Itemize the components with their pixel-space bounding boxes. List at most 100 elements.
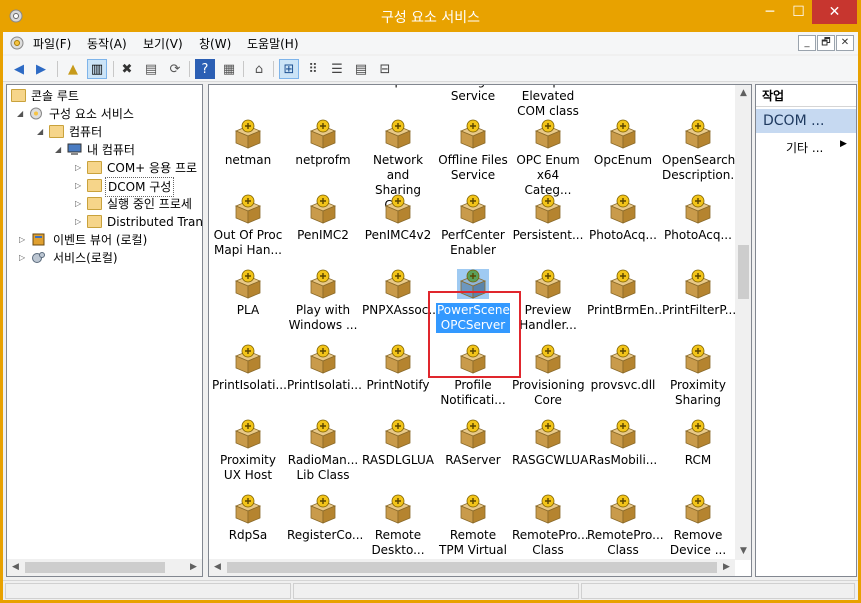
- dcom-app-item[interactable]: PerfCenter Enabler: [436, 194, 510, 258]
- dcom-app-item[interactable]: PLA: [211, 269, 285, 318]
- dcom-app-item[interactable]: PNPXAssoc...: [361, 269, 440, 318]
- title-bar[interactable]: 구성 요소 서비스 ─ ☐ ✕: [0, 0, 861, 32]
- dcom-app-item[interactable]: MsRdpSessi...: [361, 85, 444, 89]
- tree-horizontal-scrollbar[interactable]: ◀ ▶: [7, 559, 202, 576]
- menu-view[interactable]: 보기(V): [143, 35, 183, 52]
- scrollbar-thumb[interactable]: [227, 562, 717, 573]
- dcom-app-item[interactable]: Proximity Sharing: [661, 344, 735, 408]
- dcom-app-item[interactable]: RCM: [661, 419, 735, 468]
- detail-view-icon[interactable]: ▤: [351, 59, 371, 79]
- child-restore-button[interactable]: 🗗: [817, 35, 835, 51]
- dcom-app-item[interactable]: RemotePro... Class: [586, 494, 664, 558]
- dcom-app-item[interactable]: Out Of Proc Mapi Han...: [211, 194, 285, 258]
- expand-arrow-icon[interactable]: ▷: [75, 159, 85, 177]
- tree-item-console-root[interactable]: 콘솔 루트: [11, 87, 201, 105]
- dcom-app-item[interactable]: Nap Elevated COM class: [511, 85, 585, 119]
- expand-arrow-icon[interactable]: ▷: [75, 213, 85, 231]
- back-arrow-icon[interactable]: ◀: [9, 59, 29, 79]
- scroll-left-icon[interactable]: ◀: [209, 559, 226, 576]
- dcom-app-item[interactable]: OpcEnum: [586, 119, 660, 168]
- actions-more-item[interactable]: 기타 ...: [786, 139, 823, 156]
- dcom-app-item[interactable]: RegisterCo...: [286, 494, 363, 543]
- expand-arrow-icon[interactable]: ▷: [75, 177, 85, 195]
- dcom-app-item[interactable]: PhotoAcq...: [661, 194, 735, 243]
- dcom-app-item[interactable]: PrintNotify: [361, 344, 435, 393]
- dcom-app-item[interactable]: RASGCWLUA: [511, 419, 588, 468]
- actions-section-dcom[interactable]: DCOM ...: [756, 109, 856, 133]
- dcom-app-item[interactable]: netman: [211, 119, 285, 168]
- tree-item-running-processes[interactable]: ▷ 실행 중인 프로세: [75, 195, 202, 213]
- collapse-arrow-icon[interactable]: ◢: [55, 141, 65, 159]
- dcom-app-item[interactable]: RASDLGLUA: [361, 419, 435, 468]
- menu-action[interactable]: 동작(A): [87, 35, 127, 52]
- large-icons-view-icon[interactable]: ⊞: [279, 59, 299, 79]
- tree-item-computers[interactable]: ◢ 컴퓨터: [37, 123, 201, 141]
- expand-arrow-icon[interactable]: ▷: [75, 195, 85, 213]
- tree-item-services-local[interactable]: ▷ 서비스(로컬): [19, 249, 201, 267]
- collapse-arrow-icon[interactable]: ◢: [37, 123, 47, 141]
- scroll-up-icon[interactable]: ▲: [735, 85, 751, 102]
- dcom-app-item[interactable]: Proximity UX Host: [211, 419, 285, 483]
- dcom-app-item[interactable]: provsvc.dll: [586, 344, 660, 393]
- scrollbar-thumb[interactable]: [738, 245, 749, 299]
- minimize-button[interactable]: ─: [755, 0, 785, 24]
- scroll-right-icon[interactable]: ▶: [185, 559, 202, 576]
- collapse-arrow-icon[interactable]: ◢: [17, 105, 27, 123]
- console-icon[interactable]: [9, 35, 25, 51]
- results-vertical-scrollbar[interactable]: ▲ ▼: [735, 85, 751, 560]
- dcom-app-item[interactable]: RadioMan... Lib Class: [286, 419, 360, 483]
- menu-window[interactable]: 창(W): [199, 35, 231, 52]
- dcom-app-item[interactable]: netprofm: [286, 119, 360, 168]
- show-action-pane-icon[interactable]: ▦: [219, 59, 239, 79]
- scrollbar-thumb[interactable]: [25, 562, 165, 573]
- dcom-app-item[interactable]: NCLUA: [586, 85, 660, 89]
- dcom-app-item[interactable]: MSDAINITIA...: [286, 85, 369, 89]
- tree-item-distributed-transaction[interactable]: ▷ Distributed Trans: [75, 213, 202, 231]
- menu-help[interactable]: 도움말(H): [247, 35, 299, 52]
- list-view-icon[interactable]: ☰: [327, 59, 347, 79]
- tree-item-event-viewer[interactable]: ▷ 이벤트 뷰어 (로컬): [19, 231, 201, 249]
- dcom-app-item[interactable]: Preview Handler...: [511, 269, 585, 333]
- dcom-app-item[interactable]: Offline Files Service: [436, 119, 510, 183]
- tree-item-dcom-config[interactable]: ▷ DCOM 구성: [75, 177, 202, 197]
- help-icon[interactable]: ?: [195, 59, 215, 79]
- dcom-app-item[interactable]: PrintBrmEn...: [586, 269, 666, 318]
- dcom-app-item[interactable]: RemotePro... Class: [511, 494, 589, 558]
- dcom-app-item[interactable]: PrintFilterP...: [661, 269, 736, 318]
- child-close-button[interactable]: ✕: [836, 35, 854, 51]
- forward-arrow-icon[interactable]: ▶: [31, 59, 51, 79]
- up-folder-icon[interactable]: ▲: [63, 59, 83, 79]
- dcom-app-item[interactable]: PenIMC2: [286, 194, 360, 243]
- scroll-left-icon[interactable]: ◀: [7, 559, 24, 576]
- dcom-app-item[interactable]: PhotoAcq...: [586, 194, 660, 243]
- component-properties-icon[interactable]: ⊟: [375, 59, 395, 79]
- dcom-app-item[interactable]: OpenSearch Description...: [661, 119, 742, 183]
- dcom-app-item[interactable]: Remote Deskto...: [361, 494, 435, 558]
- results-horizontal-scrollbar[interactable]: ◀ ▶: [209, 559, 735, 576]
- delete-icon[interactable]: ✖: [117, 59, 137, 79]
- dcom-app-item[interactable]: Play with Windows ...: [286, 269, 360, 333]
- dcom-app-item[interactable]: RAServer: [436, 419, 510, 468]
- dcom-app-item[interactable]: Remove Device ...: [661, 494, 735, 558]
- dcom-app-item[interactable]: Provisioning Core: [511, 344, 585, 408]
- tree-item-my-computer[interactable]: ◢ 내 컴퓨터: [55, 141, 201, 159]
- tree-item-component-services[interactable]: ◢ 구성 요소 서비스: [17, 105, 201, 123]
- chevron-right-icon[interactable]: ▶: [840, 139, 847, 149]
- dcom-app-item[interactable]: PrintIsolati...: [286, 344, 362, 393]
- dcom-app-item[interactable]: RasMobili...: [586, 419, 660, 468]
- child-minimize-button[interactable]: _: [798, 35, 816, 51]
- dcom-app-item[interactable]: NDFAPI: [661, 85, 735, 89]
- properties-icon[interactable]: ▤: [141, 59, 161, 79]
- expand-arrow-icon[interactable]: ▷: [19, 231, 29, 249]
- show-hide-tree-icon[interactable]: ▥: [87, 59, 107, 79]
- tree-item-com-plus-apps[interactable]: ▷ COM+ 응용 프로: [75, 159, 202, 177]
- refresh-icon[interactable]: ⟳: [165, 59, 185, 79]
- small-icons-view-icon[interactable]: ⠿: [303, 59, 323, 79]
- close-button[interactable]: ✕: [812, 0, 857, 24]
- dcom-app-item[interactable]: M-UX Host: [211, 85, 285, 89]
- scroll-right-icon[interactable]: ▶: [718, 559, 735, 576]
- dcom-app-item[interactable]: PrintIsolati...: [211, 344, 287, 393]
- dcom-app-item[interactable]: PenIMC4v2: [361, 194, 435, 243]
- dcom-app-item[interactable]: OPC Enum x64 Categ...: [511, 119, 585, 198]
- dcom-app-item[interactable]: RdpSa: [211, 494, 285, 543]
